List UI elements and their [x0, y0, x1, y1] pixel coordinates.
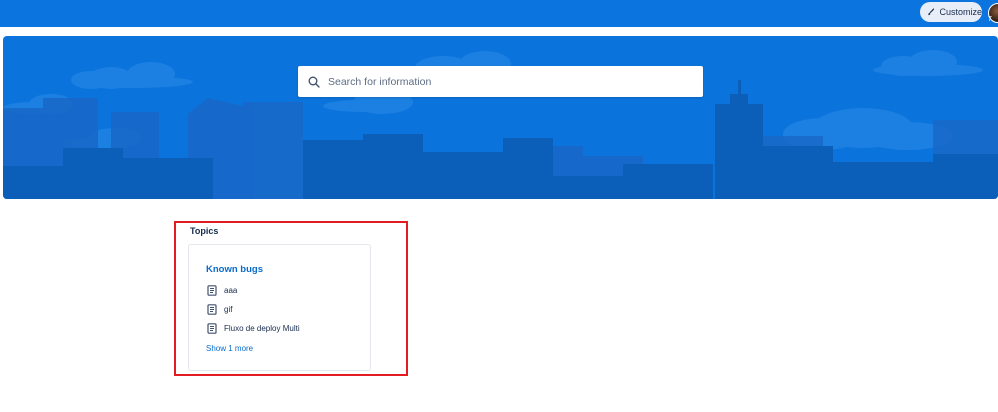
article-link[interactable]: gif	[207, 304, 232, 315]
topic-card: Known bugs aaa gif Fluxo de deploy Multi…	[188, 244, 371, 371]
topics-heading: Topics	[190, 226, 219, 236]
article-label: aaa	[224, 286, 238, 295]
article-link[interactable]: aaa	[207, 285, 237, 296]
customize-label: Customize	[939, 7, 982, 17]
paintbrush-icon	[927, 8, 935, 16]
document-icon	[207, 285, 217, 296]
city-skyline-illustration	[3, 50, 998, 199]
search-icon	[308, 76, 320, 88]
article-label: gif	[224, 305, 233, 314]
search-bar[interactable]	[298, 66, 703, 97]
article-label: Fluxo de deploy Multi	[224, 324, 300, 333]
document-icon	[207, 323, 217, 334]
customize-button[interactable]: Customize	[920, 2, 982, 22]
show-more-link[interactable]: Show 1 more	[206, 344, 253, 353]
document-icon	[207, 304, 217, 315]
top-navigation-bar: Customize 7	[0, 0, 998, 27]
topic-title-link[interactable]: Known bugs	[206, 264, 263, 275]
avatar-badge: 7	[988, 16, 992, 23]
search-input[interactable]	[328, 75, 688, 88]
hero-banner	[3, 36, 998, 199]
article-link[interactable]: Fluxo de deploy Multi	[207, 323, 300, 334]
